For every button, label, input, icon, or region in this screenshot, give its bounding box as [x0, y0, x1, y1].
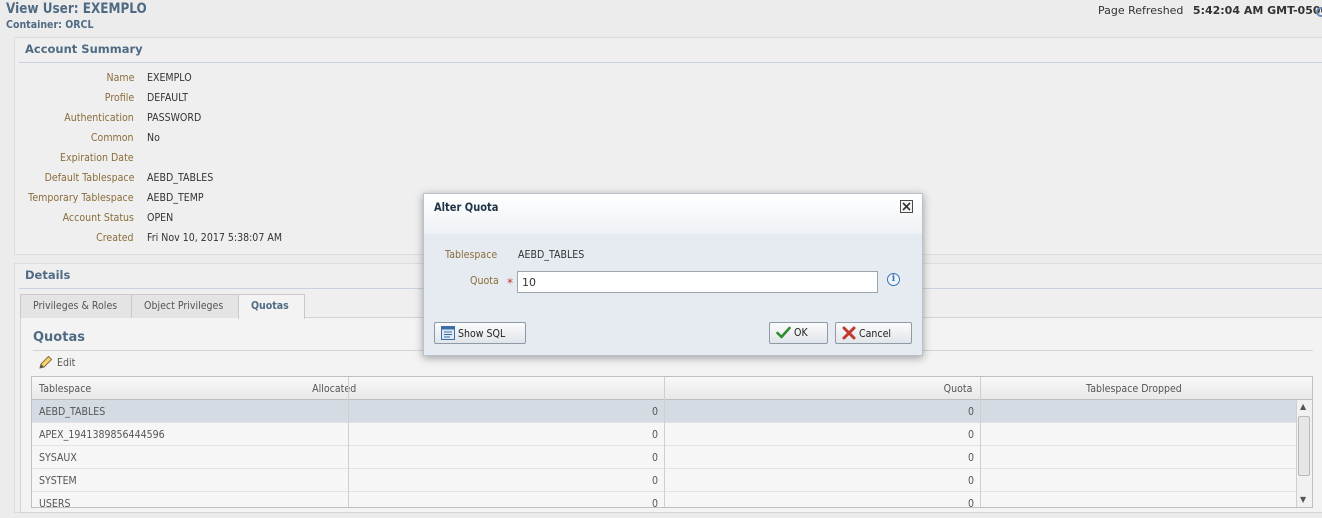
field-value-profile: DEFAULT — [147, 91, 188, 104]
close-icon[interactable] — [900, 200, 913, 213]
tablespace-value: AEBD_TABLES — [518, 248, 585, 261]
refresh-label: Page Refreshed — [1098, 4, 1184, 17]
field-value-default-tablespace: AEBD_TABLES — [147, 171, 214, 184]
field-value-created: Fri Nov 10, 2017 5:38:07 AM — [147, 231, 282, 244]
cell-tablespace: USERS — [39, 497, 71, 508]
cell-allocated: 0 — [651, 451, 658, 464]
tab-object-privileges[interactable]: Object Privileges — [131, 294, 239, 318]
scroll-down-icon[interactable]: ▼ — [1300, 495, 1306, 504]
refresh-time: 5:42:04 AM GMT-0500 — [1192, 4, 1322, 17]
show-sql-label: Show SQL — [458, 327, 506, 340]
sql-icon — [441, 326, 455, 340]
account-summary-heading: Account Summary — [25, 42, 143, 56]
cell-tablespace: APEX_1941389856444596 — [39, 428, 165, 441]
field-label-created: Created — [96, 231, 134, 244]
tablespace-label: Tablespace — [445, 248, 498, 261]
field-label-profile: Profile — [104, 91, 134, 104]
cell-quota: 0 — [967, 428, 974, 441]
field-label-default-tablespace: Default Tablespace — [44, 171, 134, 184]
cell-quota: 0 — [967, 497, 974, 508]
container-label: Container: ORCL — [6, 18, 94, 31]
cell-quota: 0 — [967, 474, 974, 487]
column-divider — [348, 377, 349, 507]
cell-allocated: 0 — [651, 497, 658, 508]
column-divider — [664, 377, 665, 507]
cancel-label: Cancel — [859, 327, 892, 340]
table-header: Tablespace Allocated Quota Tablespace Dr… — [32, 377, 1312, 400]
cancel-x-icon — [842, 326, 856, 340]
pencil-icon — [39, 355, 53, 369]
field-label-temporary-tablespace: Temporary Tablespace — [28, 191, 134, 204]
show-sql-button[interactable]: Show SQL — [434, 322, 526, 344]
edit-button[interactable]: Edit — [38, 355, 78, 371]
cell-quota: 0 — [967, 405, 974, 418]
field-value-temporary-tablespace: AEBD_TEMP — [147, 191, 204, 204]
page-title: View User: EXEMPLO — [6, 1, 147, 17]
cell-quota: 0 — [967, 451, 974, 464]
required-marker: * — [507, 276, 513, 290]
details-heading: Details — [25, 268, 71, 282]
edit-label: Edit — [56, 355, 75, 369]
account-summary-divider — [19, 62, 1322, 63]
field-label-expiration-date: Expiration Date — [60, 151, 134, 164]
page-refreshed: Page Refreshed 5:42:04 AM GMT-0500 — [1098, 4, 1322, 17]
cell-allocated: 0 — [651, 405, 658, 418]
column-header-tablespace-dropped[interactable]: Tablespace Dropped — [1086, 382, 1197, 395]
quotas-section-title: Quotas — [33, 330, 85, 345]
field-value-name: EXEMPLO — [147, 71, 192, 84]
quotas-table: Tablespace Allocated Quota Tablespace Dr… — [31, 376, 1313, 508]
field-label-authentication: Authentication — [64, 111, 134, 124]
column-header-tablespace[interactable]: Tablespace — [39, 382, 100, 395]
table-scrollbar[interactable]: ▲ ▼ — [1296, 400, 1312, 507]
column-divider — [980, 377, 981, 507]
field-value-common: No — [147, 131, 160, 144]
tab-quotas[interactable]: Quotas — [238, 294, 305, 319]
scroll-thumb[interactable] — [1298, 416, 1310, 476]
tab-privileges-roles[interactable]: Privileges & Roles — [20, 294, 132, 318]
alter-quota-dialog: Alter Quota Tablespace AEBD_TABLES Quota… — [423, 193, 923, 356]
check-icon — [776, 326, 791, 339]
cell-allocated: 0 — [651, 474, 658, 487]
cancel-button[interactable]: Cancel — [835, 322, 912, 344]
field-value-account-status: OPEN — [147, 211, 174, 224]
field-value-authentication: PASSWORD — [147, 111, 202, 124]
field-label-name: Name — [106, 71, 134, 84]
cell-tablespace: SYSAUX — [39, 451, 77, 464]
cell-tablespace: SYSTEM — [39, 474, 77, 487]
cell-allocated: 0 — [651, 428, 658, 441]
scroll-up-icon[interactable]: ▲ — [1300, 402, 1306, 411]
ok-button[interactable]: OK — [769, 322, 828, 344]
column-header-quota[interactable]: Quota — [939, 382, 972, 395]
field-label-common: Common — [91, 131, 134, 144]
info-icon[interactable]: i — [887, 273, 900, 286]
ok-label: OK — [794, 326, 808, 339]
field-label-account-status: Account Status — [62, 211, 134, 224]
cell-tablespace: AEBD_TABLES — [39, 405, 106, 418]
help-icon[interactable] — [1316, 7, 1322, 17]
dialog-title: Alter Quota — [434, 200, 499, 214]
quota-label: Quota — [470, 274, 499, 287]
quota-input[interactable] — [517, 271, 878, 293]
